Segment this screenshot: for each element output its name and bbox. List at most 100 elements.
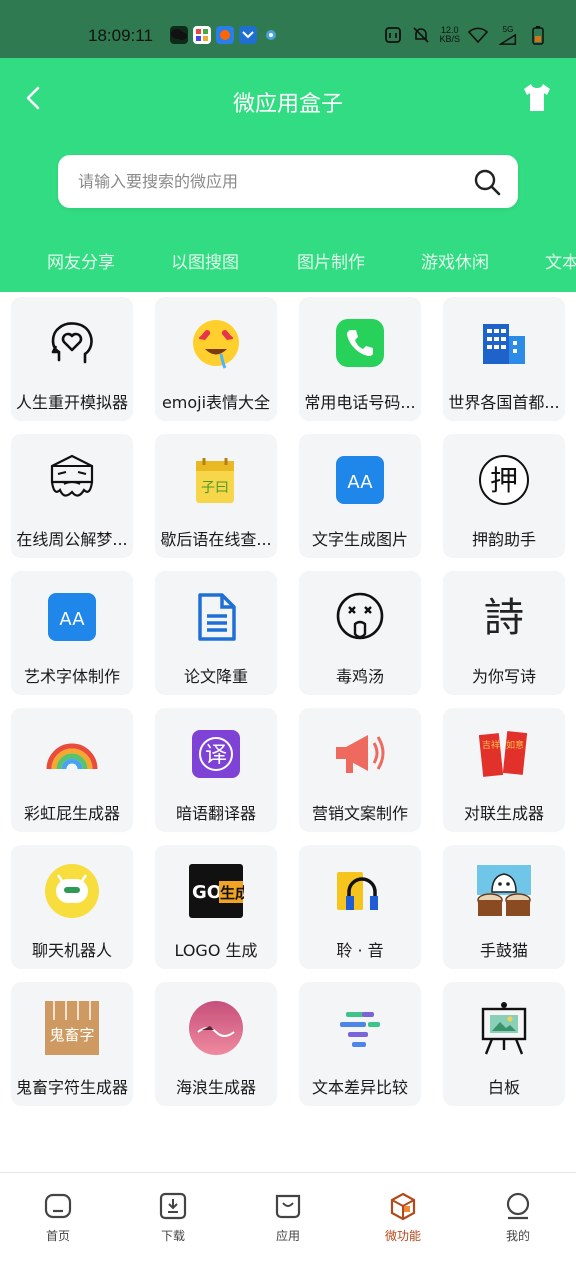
mute-bell-icon (411, 25, 431, 45)
app-label: 在线周公解梦... (16, 530, 128, 549)
ghost-text-icon: 鬼畜字 (44, 1000, 100, 1056)
status-bar: 18:09:11 12.0 KB/S 5G (0, 0, 576, 58)
mail-notif-icon (239, 26, 257, 44)
poem-character-icon: 詩 (476, 589, 532, 645)
rainbow-icon (44, 726, 100, 782)
app-card[interactable]: 在线周公解梦... (11, 434, 133, 558)
text-aa-label: AA (347, 472, 373, 493)
app-card[interactable]: 海浪生成器 (155, 982, 277, 1106)
travel-app-notif-icon (216, 26, 234, 44)
app-card[interactable]: AA 艺术字体制作 (11, 571, 133, 695)
home-icon (44, 1193, 72, 1219)
app-card[interactable]: 聆 · 音 (299, 845, 421, 969)
bag-icon (275, 1194, 301, 1219)
ya-character: 押 (490, 464, 518, 497)
tab-games[interactable]: 游戏休闲 (421, 248, 489, 273)
app-card[interactable]: 彩虹屁生成器 (11, 708, 133, 832)
tab-image-search[interactable]: 以图搜图 (171, 248, 239, 273)
app-label: 人生重开模拟器 (15, 393, 128, 412)
app-card[interactable]: AA 文字生成图片 (299, 434, 421, 558)
app-label: 手鼓猫 (479, 941, 528, 960)
app-card[interactable]: 常用电话号码... (299, 297, 421, 421)
app-label: 押韵助手 (471, 530, 536, 549)
app-label: 海浪生成器 (175, 1078, 256, 1097)
app-label: 常用电话号码... (304, 393, 416, 412)
app-label: 论文降重 (183, 667, 248, 686)
app-label: 毒鸡汤 (335, 667, 384, 686)
app-card[interactable]: 白板 (443, 982, 565, 1106)
poem-character: 詩 (484, 595, 524, 641)
app-card[interactable]: 论文降重 (155, 571, 277, 695)
calendar-book-icon: 子曰 (188, 452, 244, 508)
search-icon[interactable] (472, 167, 502, 197)
app-card[interactable]: GO 生成 LOGO 生成 (155, 845, 277, 969)
app-label: 文本差异比较 (311, 1078, 408, 1097)
settings-notif-icon (262, 26, 280, 44)
app-card[interactable]: 吉祥 如意 对联生成器 (443, 708, 565, 832)
app-label: 彩虹屁生成器 (23, 804, 120, 823)
download-icon (159, 1192, 187, 1220)
document-icon (188, 589, 244, 645)
status-right: 12.0 KB/S 5G (383, 25, 548, 45)
app-card[interactable]: 手鼓猫 (443, 845, 565, 969)
app-card[interactable]: 世界各国首都... (443, 297, 565, 421)
nav-label: 应用 (275, 1229, 300, 1243)
app-card[interactable]: 詩 为你写诗 (443, 571, 565, 695)
app-card[interactable]: 文本差异比较 (299, 982, 421, 1106)
search-input[interactable] (58, 155, 472, 208)
whiteboard-icon (476, 1000, 532, 1056)
wifi-icon (468, 25, 488, 45)
tshirt-icon[interactable] (520, 80, 554, 114)
wave-icon (188, 1000, 244, 1056)
app-label: 艺术字体制作 (23, 667, 120, 686)
wechat-icon (170, 26, 188, 44)
bottom-nav: 首页 下载 应用 微功能 我的 (0, 1172, 576, 1280)
font-aa-label: AA (59, 609, 85, 630)
app-label: 营销文案制作 (311, 804, 408, 823)
network-type: 5G (502, 25, 514, 34)
app-card[interactable]: 鬼畜字 鬼畜字符生成器 (11, 982, 133, 1106)
app-label: 聊天机器人 (31, 941, 112, 960)
app-card[interactable]: 押 押韵助手 (443, 434, 565, 558)
nav-micro-functions[interactable]: 微功能 (363, 1191, 443, 1244)
tab-text[interactable]: 文本 (545, 248, 576, 273)
nav-home[interactable]: 首页 (18, 1191, 98, 1244)
search-box[interactable] (58, 155, 518, 208)
diff-icon (332, 1000, 388, 1056)
nav-label: 下载 (160, 1229, 185, 1243)
logo-go-icon: GO 生成 (188, 863, 244, 919)
app-card[interactable]: 营销文案制作 (299, 708, 421, 832)
couplet-icon: 吉祥 如意 (476, 726, 532, 782)
app-card[interactable]: 聊天机器人 (11, 845, 133, 969)
buildings-icon (476, 315, 532, 371)
signal-icon: 5G (496, 25, 520, 45)
category-tabs: 网友分享 以图搜图 图片制作 游戏休闲 文本 (0, 248, 576, 278)
tab-user-share[interactable]: 网友分享 (47, 248, 115, 273)
megaphone-icon (332, 726, 388, 782)
app-card[interactable]: 毒鸡汤 (299, 571, 421, 695)
nav-label: 我的 (505, 1229, 530, 1243)
calendar-icon-text: 子曰 (201, 480, 229, 496)
app-label: 白板 (487, 1078, 520, 1097)
couplet-right-text: 如意 (506, 739, 524, 751)
robot-icon (44, 863, 100, 919)
app-label: 聆 · 音 (336, 941, 384, 960)
heart-eyes-emoji-icon (188, 315, 244, 371)
app-label: 对联生成器 (463, 804, 544, 823)
phone-icon (332, 315, 388, 371)
app-card[interactable]: 子曰 歇后语在线查... (155, 434, 277, 558)
logo-sheng-text: 生成 (220, 884, 244, 902)
app-card[interactable]: 译 暗语翻译器 (155, 708, 277, 832)
header: 微应用盒子 网友分享 以图搜图 图片制作 游戏休闲 文本 (0, 58, 576, 292)
nav-download[interactable]: 下载 (133, 1191, 213, 1244)
app-label: 为你写诗 (471, 667, 536, 686)
nav-profile[interactable]: 我的 (478, 1191, 558, 1244)
app-card[interactable]: emoji表情大全 (155, 297, 277, 421)
app-label: 暗语翻译器 (175, 804, 256, 823)
tab-image-making[interactable]: 图片制作 (297, 248, 365, 273)
nav-apps[interactable]: 应用 (248, 1191, 328, 1244)
app-label: LOGO 生成 (174, 941, 258, 960)
heart-head-icon (44, 315, 100, 371)
app-card[interactable]: 人生重开模拟器 (11, 297, 133, 421)
network-speed: 12.0 KB/S (439, 26, 460, 44)
